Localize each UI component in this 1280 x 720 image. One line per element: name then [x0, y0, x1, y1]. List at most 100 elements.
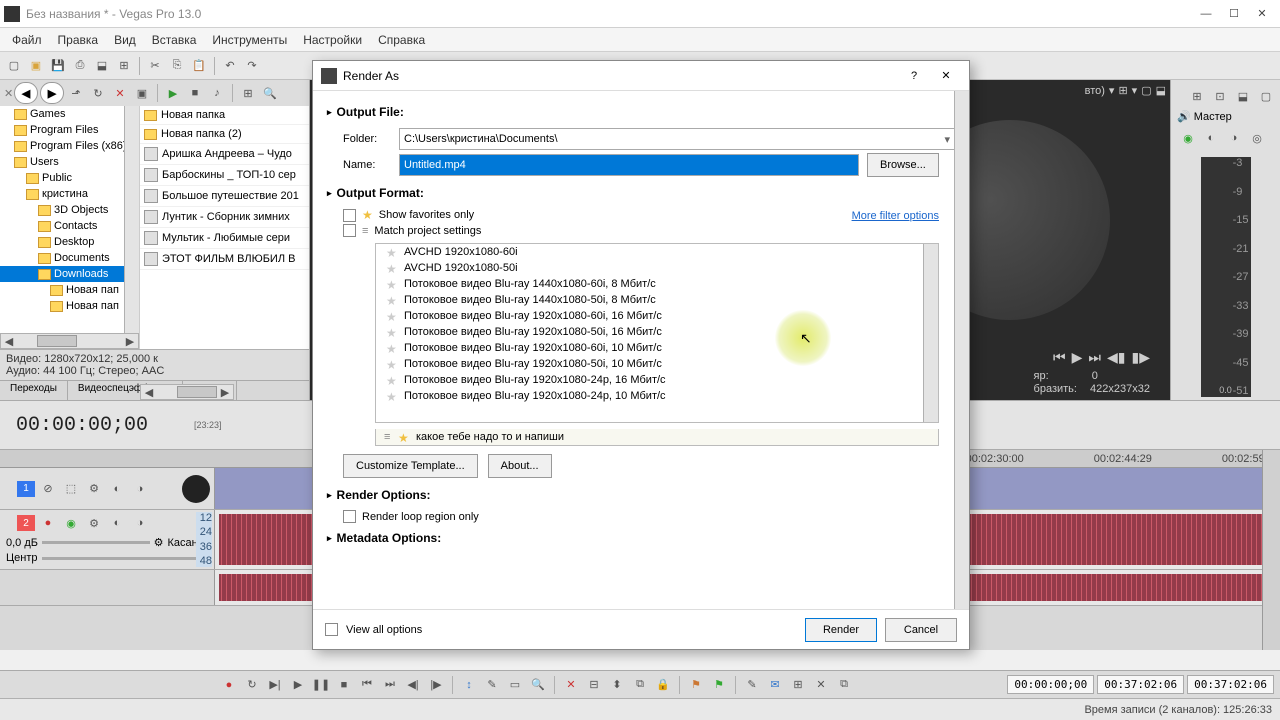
tab-transitions[interactable]: Переходы [0, 381, 68, 400]
minimize-button[interactable]: — [1192, 4, 1220, 24]
go-start-button[interactable]: ⏮ [357, 675, 377, 695]
star-icon[interactable]: ★ [386, 326, 397, 340]
folder-tree[interactable]: Games Program Files Program Files (x86) … [0, 106, 140, 349]
menu-edit[interactable]: Правка [50, 33, 107, 47]
solo-icon[interactable]: ◑ [130, 479, 150, 499]
go-end-button[interactable]: ⏭ [380, 675, 400, 695]
prev-frame-button[interactable]: ◀| [403, 675, 423, 695]
copy-icon[interactable]: ⎘ [167, 56, 187, 76]
newfolder-icon[interactable]: ▣ [132, 83, 152, 103]
mixer-btn3-icon[interactable]: ⬓ [1233, 86, 1253, 106]
solo-icon[interactable]: ◑ [130, 513, 150, 533]
show-favorites-checkbox[interactable] [343, 209, 356, 222]
tool-zoom-icon[interactable]: 🔍 [528, 675, 548, 695]
props-icon[interactable]: ⊞ [114, 56, 134, 76]
format-scroll[interactable] [923, 244, 938, 422]
customize-template-button[interactable]: Customize Template... [343, 454, 478, 478]
back-button[interactable]: ◀ [14, 82, 38, 104]
undo-icon[interactable]: ↶ [220, 56, 240, 76]
more-filter-link[interactable]: More filter options [852, 210, 939, 222]
help-button[interactable]: ? [899, 65, 929, 87]
star-icon[interactable]: ★ [398, 431, 409, 445]
star-icon[interactable]: ★ [386, 278, 397, 292]
menu-help[interactable]: Справка [370, 33, 433, 47]
fx-icon[interactable]: ◉ [61, 513, 81, 533]
view-icon[interactable]: ⊞ [238, 83, 258, 103]
save-icon[interactable]: 💾 [48, 56, 68, 76]
delete-icon[interactable]: ✕ [110, 83, 130, 103]
next-frame-icon[interactable]: ⏭ [1088, 349, 1101, 366]
split-icon[interactable]: ⊞ [1118, 84, 1127, 97]
render-loop-checkbox[interactable] [343, 510, 356, 523]
menu-file[interactable]: Файл [4, 33, 50, 47]
mute-icon[interactable]: ◐ [1201, 128, 1221, 148]
prev-frame-icon[interactable]: ⏮ [1053, 349, 1066, 366]
browse-button[interactable]: Browse... [867, 153, 939, 177]
star-icon[interactable]: ★ [386, 374, 397, 388]
menu-view[interactable]: Вид [106, 33, 144, 47]
play-icon[interactable]: ▶ [163, 83, 183, 103]
play-from-start-button[interactable]: ▶| [265, 675, 285, 695]
refresh-icon[interactable]: ↻ [88, 83, 108, 103]
open-icon[interactable]: ▣ [26, 56, 46, 76]
dialog-close-button[interactable]: ✕ [931, 65, 961, 87]
snap-icon[interactable]: ⧉ [630, 675, 650, 695]
record-icon[interactable]: ● [38, 513, 58, 533]
section-render-options[interactable]: Render Options: [327, 482, 955, 508]
envelope-icon[interactable]: ✉ [765, 675, 785, 695]
tool-envelope-icon[interactable]: ✎ [482, 675, 502, 695]
star-icon[interactable]: ★ [386, 262, 397, 276]
mixer-btn4-icon[interactable]: ▢ [1256, 86, 1276, 106]
cancel-button[interactable]: Cancel [885, 618, 957, 642]
about-button[interactable]: About... [488, 454, 552, 478]
section-output-format[interactable]: Output Format: [327, 180, 955, 206]
lock-icon[interactable]: 🔒 [653, 675, 673, 695]
star-icon[interactable]: ★ [386, 310, 397, 324]
split-icon[interactable]: ⊟ [584, 675, 604, 695]
menu-settings[interactable]: Настройки [295, 33, 370, 47]
step-back-icon[interactable]: ◀▮ [1107, 349, 1125, 366]
mixer-btn2-icon[interactable]: ⊡ [1210, 86, 1230, 106]
star-icon[interactable]: ★ [386, 342, 397, 356]
video-track-header[interactable]: 1 ⊘ ⬚ ⚙ ◐ ◑ [0, 468, 215, 509]
edit-icon[interactable]: ✎ [742, 675, 762, 695]
fx-icon[interactable]: ⬚ [61, 479, 81, 499]
play-icon[interactable]: ▶ [1072, 349, 1083, 366]
link-icon[interactable]: ⧉ [834, 675, 854, 695]
fade-icon[interactable]: ⬍ [607, 675, 627, 695]
snapshot-icon[interactable]: ⬓ [1156, 84, 1166, 97]
up-icon[interactable]: ⬏ [66, 83, 86, 103]
mixer-btn1-icon[interactable]: ⊞ [1187, 86, 1207, 106]
ripple-icon[interactable]: ⊞ [788, 675, 808, 695]
next-frame-button[interactable]: |▶ [426, 675, 446, 695]
format-list[interactable]: ★AVCHD 1920x1080-60i ★AVCHD 1920x1080-50… [375, 243, 939, 423]
automation-icon[interactable]: ⚙ [84, 479, 104, 499]
step-fwd-icon[interactable]: ▮▶ [1132, 349, 1150, 366]
saveas-icon[interactable]: ⎙ [70, 56, 90, 76]
bypass-icon[interactable]: ⊘ [38, 479, 58, 499]
close-button[interactable]: ✕ [1248, 4, 1276, 24]
star-icon[interactable]: ★ [386, 246, 397, 260]
pan-slider[interactable] [42, 557, 211, 560]
mute-icon[interactable]: ◐ [107, 479, 127, 499]
trim-icon[interactable]: ✕ [561, 675, 581, 695]
tool-normal-icon[interactable]: ↕ [459, 675, 479, 695]
section-metadata[interactable]: Metadata Options: [327, 525, 955, 551]
crossfade-icon[interactable]: ✕ [811, 675, 831, 695]
autoplay-icon[interactable]: ♪ [207, 83, 227, 103]
view-all-checkbox[interactable] [325, 623, 338, 636]
fx-icon[interactable]: ◉ [1178, 128, 1198, 148]
track-scroll[interactable] [1262, 450, 1280, 650]
file-list[interactable]: Новая папка Новая папка (2) Аришка Андре… [140, 106, 309, 349]
audio-track-header[interactable]: 2 ● ◉ ⚙ ◐ ◑ 0,0 дБ ⚙ Касание Центр 12243… [0, 510, 215, 569]
search-icon[interactable]: 🔍 [260, 83, 280, 103]
gear-icon[interactable]: ⚙ [154, 536, 164, 549]
section-output-file[interactable]: Output File: [327, 99, 955, 125]
star-icon[interactable]: ★ [386, 390, 397, 404]
paste-icon[interactable]: 📋 [189, 56, 209, 76]
redo-icon[interactable]: ↷ [242, 56, 262, 76]
match-project-checkbox[interactable] [343, 224, 356, 237]
overlay-icon[interactable]: ▢ [1141, 84, 1151, 97]
cut-icon[interactable]: ✂ [145, 56, 165, 76]
loop-button[interactable]: ↻ [242, 675, 262, 695]
